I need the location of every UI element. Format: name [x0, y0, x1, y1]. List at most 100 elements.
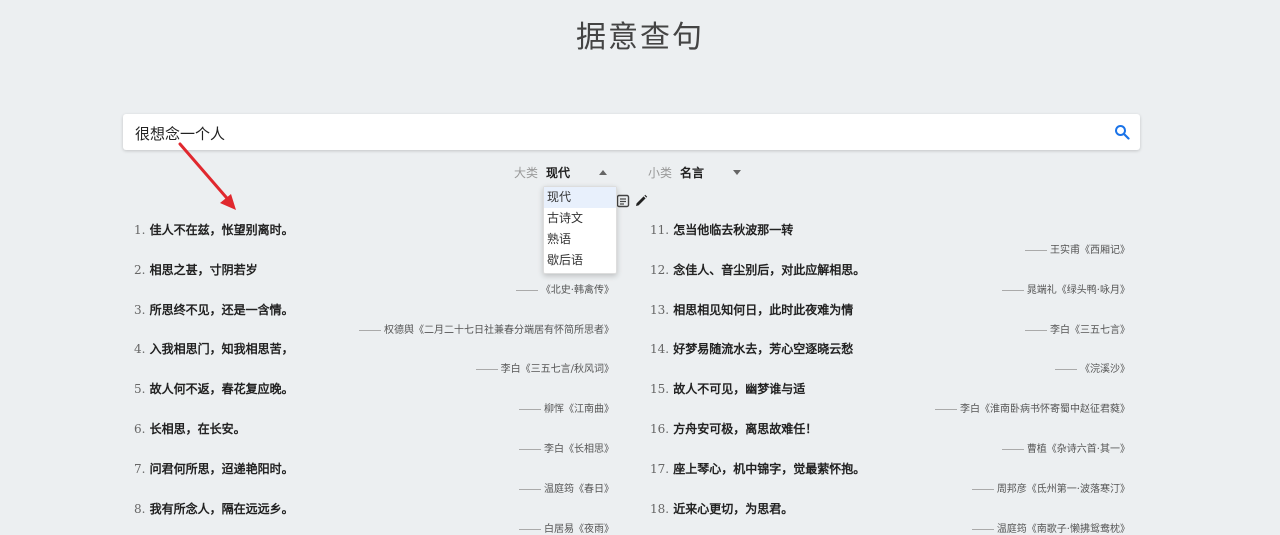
quote-number: 4.: [134, 342, 146, 357]
quote-number: 13.: [650, 302, 670, 317]
subcategory-filter[interactable]: 小类 名言: [648, 164, 741, 181]
quote-number: 14.: [650, 342, 670, 357]
source-dash: [971, 528, 994, 530]
quote-item[interactable]: 7. 问君何所思，迢递艳阳时。温庭筠《春日》: [134, 461, 614, 495]
quote-source: 《浣溪沙》: [1055, 360, 1130, 375]
source-dash: [515, 289, 538, 291]
quote-source: 王实甫《西厢记》: [1025, 241, 1130, 256]
quote-source: 权德舆《二月二十七日社兼春分端居有怀简所思者》: [359, 321, 614, 336]
source-dash: [519, 449, 541, 450]
source-text: 李白《三五七言/秋风词》: [500, 364, 614, 376]
quote-source: 曹植《杂诗六首·其一》: [1001, 440, 1130, 455]
dropdown-option[interactable]: 熟语: [544, 229, 616, 250]
quote-text: 2. 相思之甚，寸阴若岁: [134, 262, 614, 278]
source-text: 王实甫《西厢记》: [1050, 245, 1130, 256]
quote-text: 17. 座上琴心，机中锦字，觉最萦怀抱。: [650, 461, 1130, 477]
quote-item[interactable]: 16. 方舟安可极，离思故难任！ 曹植《杂诗六首·其一》: [650, 421, 1130, 455]
quote-line: 念佳人、音尘别后，对此应解相思。: [673, 262, 866, 277]
quote-line: 怎当他临去秋波那一转: [673, 223, 794, 237]
source-dash: [1055, 369, 1077, 371]
quote-source: 晁端礼《绿头鸭·咏月》: [1001, 281, 1130, 296]
quote-number: 11.: [650, 223, 670, 237]
quote-line: 相思相见知何日，此时此夜难为情: [673, 302, 854, 317]
quote-item[interactable]: 18. 近来心更切，为思君。温庭筠《南歌子·懒拂鸳鸯枕》: [650, 501, 1130, 535]
source-text: 周邦彦《氐州第一·波落寒汀》: [996, 483, 1130, 495]
quote-source: 李白《长相思》: [519, 440, 614, 455]
quote-item[interactable]: 13. 相思相见知何日，此时此夜难为情 李白《三五七言》: [650, 302, 1130, 336]
quote-text: 14. 好梦易随流水去，芳心空逐晓云愁: [650, 341, 1130, 357]
category-value: 现代: [546, 166, 571, 180]
subcategory-value: 名言: [680, 166, 705, 180]
quote-source: 温庭筠《南歌子·懒拂鸳鸯枕》: [971, 520, 1130, 535]
quote-text: 18. 近来心更切，为思君。: [650, 501, 1130, 517]
edit-pencil-icon[interactable]: [634, 194, 648, 208]
quote-item[interactable]: 6. 长相思，在长安。李白《长相思》: [134, 421, 614, 455]
quote-item[interactable]: 15. 故人不可见，幽梦谁与适 李白《淮南卧病书怀寄蜀中赵征君蕤》: [650, 381, 1130, 415]
quote-number: 16.: [650, 422, 670, 436]
quote-item[interactable]: 14. 好梦易随流水去，芳心空逐晓云愁《浣溪沙》: [650, 341, 1130, 375]
quote-source: 周邦彦《氐州第一·波落寒汀》: [971, 480, 1130, 495]
category-filter[interactable]: 大类 现代: [514, 164, 607, 181]
source-dash: [519, 409, 541, 411]
category-dropdown-menu: 现代 古诗文 熟语 歇后语: [543, 186, 617, 274]
page-title: 据意查句: [576, 20, 704, 55]
quote-number: 17.: [650, 461, 670, 476]
caret-up-icon: [599, 170, 607, 175]
subcategory-label: 小类: [648, 166, 673, 180]
quote-item[interactable]: 5. 故人何不返，春花复应晚。 柳恽《江南曲》: [134, 381, 614, 415]
quote-item[interactable]: 12. 念佳人、音尘别后，对此应解相思。晁端礼《绿头鸭·咏月》: [650, 262, 1130, 296]
quote-number: 1.: [134, 223, 146, 237]
quote-text: 6. 长相思，在长安。: [134, 421, 614, 437]
quote-item[interactable]: 11. 怎当他临去秋波那一转王实甫《西厢记》: [650, 222, 1130, 256]
quote-line: 故人何不返，春花复应晚。: [149, 382, 294, 397]
quote-text: 4. 入我相思门，知我相思苦，: [134, 341, 614, 357]
search-input[interactable]: [133, 114, 1097, 152]
source-text: 《浣溪沙》: [1080, 364, 1130, 376]
quote-text: 1. 佳人不在兹，怅望别离时。: [134, 222, 614, 238]
caret-down-icon: [733, 170, 741, 175]
quote-item[interactable]: 8. 我有所念人，隔在远远乡。白居易《夜雨》: [134, 501, 614, 535]
dropdown-option[interactable]: 歇后语: [544, 250, 616, 271]
source-text: 温庭筠《春日》: [544, 483, 614, 495]
quote-number: 3.: [134, 302, 146, 317]
quote-text: 7. 问君何所思，迢递艳阳时。: [134, 461, 614, 477]
copy-icon[interactable]: [616, 194, 630, 208]
quote-item[interactable]: 4. 入我相思门，知我相思苦， 李白《三五七言/秋风词》: [134, 341, 614, 375]
annotation-arrow-icon: [178, 142, 236, 210]
source-dash: [1001, 449, 1024, 450]
quote-line: 长相思，在长安。: [149, 422, 246, 436]
quote-source: 李白《三五七言/秋风词》: [475, 360, 614, 376]
source-text: 《北史·韩禽传》: [540, 284, 614, 296]
quote-source: 温庭筠《春日》: [519, 480, 614, 495]
search-icon[interactable]: [1114, 124, 1130, 140]
dropdown-option[interactable]: 古诗文: [544, 208, 616, 229]
source-text: 白居易《夜雨》: [544, 523, 614, 535]
search-bar: [123, 114, 1140, 152]
quote-source: 李白《淮南卧病书怀寄蜀中赵征君蕤》: [935, 400, 1130, 415]
quote-number: 8.: [134, 501, 146, 516]
quote-text: 8. 我有所念人，隔在远远乡。: [134, 501, 614, 517]
source-text: 曹植《杂诗六首·其一》: [1026, 444, 1130, 455]
quote-number: 6.: [134, 422, 146, 436]
source-dash: [1025, 329, 1047, 331]
quote-line: 我有所念人，隔在远远乡。: [149, 501, 294, 516]
source-text: 李白《淮南卧病书怀寄蜀中赵征君蕤》: [960, 404, 1130, 416]
quote-item[interactable]: 17. 座上琴心，机中锦字，觉最萦怀抱。周邦彦《氐州第一·波落寒汀》: [650, 461, 1130, 495]
quote-item[interactable]: 2. 相思之甚，寸阴若岁《北史·韩禽传》: [134, 262, 614, 296]
quote-text: 11. 怎当他临去秋波那一转: [650, 222, 1130, 238]
quote-source: 白居易《夜雨》: [519, 520, 614, 535]
quote-item[interactable]: 3. 所思终不见，还是一含情。 权德舆《二月二十七日社兼春分端居有怀简所思者》: [134, 302, 614, 336]
source-dash: [971, 488, 994, 490]
quote-number: 15.: [650, 382, 670, 397]
quote-line: 问君何所思，迢递艳阳时。: [149, 461, 294, 476]
quote-text: 13. 相思相见知何日，此时此夜难为情: [650, 302, 1130, 318]
quote-text: 12. 念佳人、音尘别后，对此应解相思。: [650, 262, 1130, 278]
quote-line: 入我相思门，知我相思苦，: [149, 342, 294, 357]
source-dash: [935, 409, 957, 411]
quote-line: 座上琴心，机中锦字，觉最萦怀抱。: [673, 461, 866, 476]
source-dash: [1001, 289, 1024, 291]
quote-item[interactable]: 1. 佳人不在兹，怅望别离时。: [134, 222, 614, 247]
source-dash: [359, 329, 381, 331]
quote-text: 5. 故人何不返，春花复应晚。: [134, 381, 614, 397]
dropdown-option[interactable]: 现代: [544, 187, 616, 208]
